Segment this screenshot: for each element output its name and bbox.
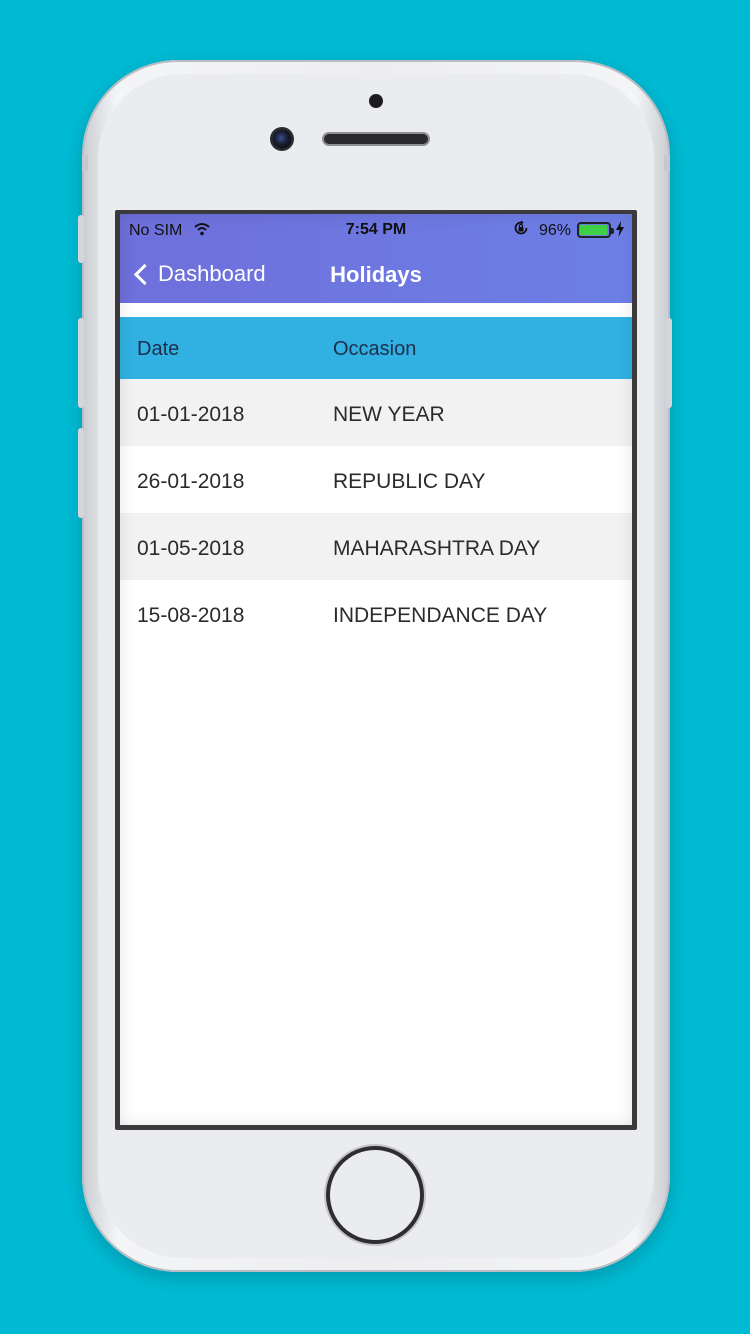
front-camera-icon bbox=[272, 129, 292, 149]
row-occasion: NEW YEAR bbox=[333, 403, 445, 426]
row-occasion: MAHARASHTRA DAY bbox=[333, 537, 541, 560]
row-date: 01-01-2018 bbox=[137, 403, 245, 426]
row-occasion: REPUBLIC DAY bbox=[333, 470, 486, 493]
proximity-sensor bbox=[369, 94, 383, 108]
navigation-header: No SIM 7:54 PM 96% Dashboard Holidays bbox=[120, 214, 632, 303]
row-date: 01-05-2018 bbox=[137, 537, 245, 560]
volume-down-button bbox=[78, 428, 84, 518]
device-stage: No SIM 7:54 PM 96% Dashboard Holidays Da… bbox=[0, 0, 750, 1334]
battery-nub bbox=[611, 228, 614, 234]
page-title: Holidays bbox=[330, 262, 422, 287]
table-row[interactable]: 15-08-2018 INDEPENDANCE DAY bbox=[120, 580, 632, 647]
row-occasion: INDEPENDANCE DAY bbox=[333, 604, 548, 627]
row-date: 15-08-2018 bbox=[137, 604, 245, 627]
earpiece-speaker bbox=[324, 134, 428, 144]
table-header: Date Occasion bbox=[120, 317, 632, 379]
table-row[interactable]: 01-05-2018 MAHARASHTRA DAY bbox=[120, 513, 632, 580]
mute-switch bbox=[78, 215, 84, 263]
volume-up-button bbox=[78, 318, 84, 408]
home-button[interactable] bbox=[330, 1150, 420, 1240]
orientation-lock-icon bbox=[513, 220, 529, 240]
header-spacer bbox=[120, 303, 632, 317]
table-row[interactable]: 26-01-2018 REPUBLIC DAY bbox=[120, 446, 632, 513]
antenna-band bbox=[664, 155, 670, 171]
charging-bolt-icon bbox=[616, 221, 624, 240]
row-date: 26-01-2018 bbox=[137, 470, 245, 493]
table-row[interactable]: 01-01-2018 NEW YEAR bbox=[120, 379, 632, 446]
holiday-list: 01-01-2018 NEW YEAR 26-01-2018 REPUBLIC … bbox=[120, 379, 632, 647]
battery-icon bbox=[577, 222, 614, 238]
column-header-date: Date bbox=[137, 338, 180, 360]
power-button bbox=[666, 318, 672, 408]
battery-percent: 96% bbox=[539, 222, 572, 239]
nav-bar: Dashboard Holidays bbox=[120, 252, 632, 296]
battery-fill bbox=[580, 225, 607, 235]
app-screen: No SIM 7:54 PM 96% Dashboard Holidays Da… bbox=[120, 214, 632, 1125]
status-bar: No SIM 7:54 PM 96% bbox=[120, 214, 632, 246]
column-header-occasion: Occasion bbox=[333, 338, 417, 360]
antenna-band bbox=[82, 155, 88, 171]
